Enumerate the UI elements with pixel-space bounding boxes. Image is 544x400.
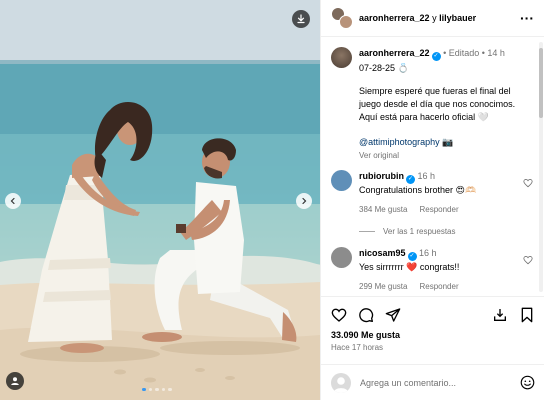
share-icon bbox=[385, 308, 401, 322]
collab-avatars[interactable] bbox=[331, 7, 353, 29]
carousel-dot bbox=[142, 387, 146, 391]
user-tag-icon bbox=[11, 377, 19, 385]
caption-time: 14 h bbox=[487, 48, 505, 58]
comment-text: Congratulations brother 😍🫶🏻 bbox=[359, 185, 477, 195]
header-conjunction: y bbox=[432, 13, 437, 23]
more-icon[interactable]: ··· bbox=[520, 11, 534, 25]
caption-username[interactable]: aaronherrera_22 bbox=[359, 48, 430, 58]
proposal-photo-scene bbox=[0, 0, 320, 400]
carousel-indicator bbox=[142, 387, 172, 391]
carousel-dot bbox=[148, 387, 152, 391]
comment-input[interactable] bbox=[360, 377, 520, 388]
comment-likes[interactable]: 384 Me gusta bbox=[359, 205, 407, 214]
carousel-dot bbox=[155, 387, 159, 391]
post-timestamp: Hace 17 horas bbox=[331, 343, 384, 352]
default-avatar-icon bbox=[333, 376, 349, 393]
edited-label: Editado bbox=[448, 48, 480, 58]
comments-scroll-area[interactable]: aaronherrera_22 ✓ • Editado • 14 h 07-28-… bbox=[321, 38, 544, 296]
chevron-left-icon bbox=[10, 197, 15, 205]
verified-icon: ✓ bbox=[406, 175, 415, 184]
view-replies-label: Ver las 1 respuestas bbox=[383, 227, 456, 236]
avatar bbox=[339, 15, 353, 29]
comment-composer bbox=[321, 364, 544, 400]
post-caption: aaronherrera_22 ✓ • Editado • 14 h 07-28-… bbox=[321, 38, 544, 161]
gif-icon bbox=[494, 309, 506, 321]
avatar bbox=[331, 372, 351, 393]
comment-button[interactable] bbox=[358, 307, 374, 323]
comment-likes[interactable]: 299 Me gusta bbox=[359, 282, 407, 291]
comment-icon bbox=[359, 308, 374, 323]
comment: nicosam95 ✓ 16 h Yes sirrrrrrr ❤️ congrat… bbox=[321, 247, 544, 291]
emoji-button[interactable] bbox=[520, 375, 535, 390]
see-original-link[interactable]: Ver original bbox=[359, 150, 527, 161]
replies-divider bbox=[359, 231, 375, 232]
avatar[interactable] bbox=[331, 170, 352, 191]
like-button[interactable] bbox=[331, 307, 347, 323]
carousel-dot bbox=[168, 387, 172, 391]
verified-icon: ✓ bbox=[431, 52, 441, 61]
chevron-right-icon bbox=[302, 197, 307, 205]
comment: rubiorubin ✓ 16 h Congratulations brother… bbox=[321, 170, 544, 214]
caption-mention[interactable]: @attimiphotography 📷 bbox=[359, 136, 527, 148]
post-actions: 33.090 Me gusta Hace 17 horas bbox=[321, 296, 544, 358]
save-button[interactable] bbox=[519, 307, 535, 323]
collab-names: aaronherrera_22 y lilybauer bbox=[359, 13, 520, 23]
tagged-users-button[interactable] bbox=[6, 372, 24, 390]
header-username-2[interactable]: lilybauer bbox=[439, 13, 476, 23]
comment-time: 16 h bbox=[419, 248, 437, 258]
verified-icon: ✓ bbox=[407, 252, 417, 261]
scrollbar-thumb[interactable] bbox=[539, 48, 543, 118]
post-side-panel: aaronherrera_22 y lilybauer ··· aaronher… bbox=[320, 0, 544, 400]
comment-username[interactable]: rubiorubin bbox=[359, 171, 404, 181]
heart-icon bbox=[523, 179, 533, 188]
carousel-dot bbox=[161, 387, 165, 391]
reply-button[interactable]: Responder bbox=[419, 282, 458, 291]
download-icon bbox=[297, 14, 305, 24]
comment-time: 16 h bbox=[417, 171, 436, 181]
header-username-1[interactable]: aaronherrera_22 bbox=[359, 13, 430, 23]
post-photo[interactable] bbox=[0, 0, 320, 400]
emoji-icon bbox=[520, 375, 535, 390]
view-replies-button[interactable]: Ver las 1 respuestas bbox=[321, 227, 544, 236]
heart-icon bbox=[523, 256, 533, 265]
comment-username[interactable]: nicosam95 bbox=[359, 248, 406, 258]
heart-icon bbox=[331, 308, 347, 322]
comment-like-button[interactable] bbox=[521, 247, 535, 291]
comment-text: Yes sirrrrrrr ❤️ congrats!! bbox=[359, 262, 460, 272]
likes-count[interactable]: 33.090 Me gusta bbox=[331, 330, 535, 340]
caption-date: 07-28-25 💍 bbox=[359, 63, 409, 73]
share-button[interactable] bbox=[385, 307, 401, 323]
comment-like-button[interactable] bbox=[521, 170, 535, 214]
avatar[interactable] bbox=[331, 247, 352, 268]
reply-button[interactable]: Responder bbox=[419, 205, 458, 214]
caption-text: Siempre esperé que fueras el final del j… bbox=[359, 86, 516, 122]
post-header: aaronherrera_22 y lilybauer ··· bbox=[321, 0, 544, 37]
gif-button[interactable] bbox=[492, 307, 508, 323]
bookmark-icon bbox=[521, 307, 533, 323]
carousel-prev-button[interactable] bbox=[5, 193, 21, 209]
download-button[interactable] bbox=[292, 10, 310, 28]
carousel-next-button[interactable] bbox=[296, 193, 312, 209]
avatar[interactable] bbox=[331, 47, 352, 68]
